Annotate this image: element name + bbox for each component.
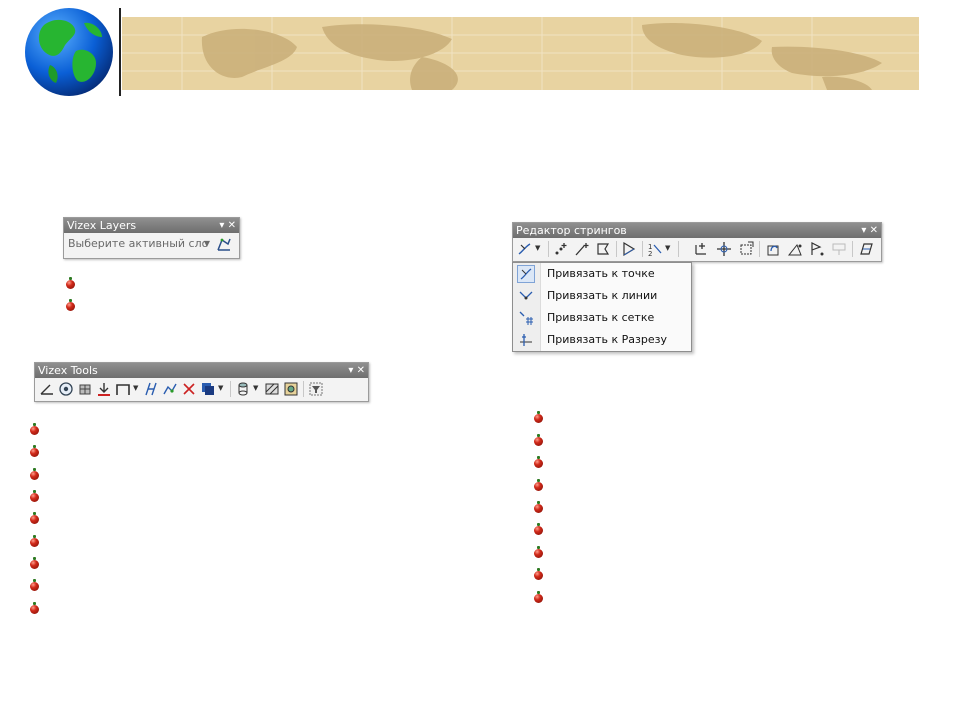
string-editor-title: Редактор стрингов	[516, 224, 627, 237]
menu-item-snap-grid[interactable]: Привязать к сетке	[513, 307, 691, 329]
vizex-layers-toolbar: Vizex Layers ▾ ✕ Выберите активный сло ▼	[63, 217, 240, 259]
world-map-banner	[122, 17, 919, 90]
string-editor-titlebar[interactable]: Редактор стрингов ▾ ✕	[513, 223, 881, 238]
resize-frame-icon[interactable]	[738, 241, 754, 257]
bullet-icon	[534, 568, 543, 580]
vizex-tools-toolbar: Vizex Tools ▾ ✕ ▼ ▼ ▼	[34, 362, 369, 402]
titlebar-controls[interactable]: ▾ ✕	[219, 218, 236, 233]
measure-line-icon[interactable]	[143, 381, 159, 397]
bullet-icon	[30, 535, 39, 547]
flip-section-icon[interactable]	[858, 241, 874, 257]
bullet-icon	[66, 299, 75, 311]
bullet-icon	[534, 501, 543, 513]
chevron-down-icon[interactable]: ▼	[253, 384, 258, 392]
chevron-down-icon[interactable]: ▼	[204, 236, 210, 252]
chevron-down-icon[interactable]: ▼	[665, 244, 670, 252]
move-all-icon[interactable]	[716, 241, 732, 257]
chevron-down-icon[interactable]: ▼	[535, 244, 540, 252]
filter-select-icon[interactable]	[308, 381, 324, 397]
arch-tool-icon[interactable]	[115, 381, 131, 397]
menu-item-label: Привязать к точке	[547, 267, 655, 280]
bullet-icon	[30, 557, 39, 569]
polygon-edit-icon[interactable]	[595, 241, 611, 257]
toolbar-separator	[678, 241, 679, 257]
rotate-icon[interactable]	[765, 241, 781, 257]
vizex-tools-titlebar[interactable]: Vizex Tools ▾ ✕	[35, 363, 368, 378]
chevron-down-icon[interactable]: ▼	[218, 384, 223, 392]
cylinder-icon[interactable]	[235, 381, 251, 397]
svg-text:2: 2	[648, 250, 652, 257]
toolbar-separator	[548, 241, 549, 257]
bullet-icon	[30, 468, 39, 480]
bullet-icon	[30, 490, 39, 502]
bullet-icon	[30, 602, 39, 614]
globe-logo	[25, 8, 113, 96]
snap-line-icon	[519, 291, 533, 300]
menu-item-label: Привязать к Разрезу	[547, 333, 667, 346]
bullet-icon	[534, 479, 543, 491]
numbering-icon[interactable]: 12	[647, 241, 663, 257]
angle-measure-icon[interactable]	[787, 241, 803, 257]
bullet-icon	[30, 512, 39, 524]
disabled-tool-icon	[832, 243, 846, 255]
menu-item-label: Привязать к линии	[547, 289, 658, 302]
snap-mode-icon[interactable]	[517, 241, 533, 257]
active-layer-value: Выберите активный сло	[68, 237, 209, 250]
string-editor-toolbar: Редактор стрингов ▾ ✕ ▼ 12 ▼	[512, 222, 882, 262]
menu-item-snap-section[interactable]: Привязать к Разрезу	[513, 329, 691, 351]
grid-3d-icon[interactable]	[77, 381, 93, 397]
download-section-icon[interactable]	[96, 381, 112, 397]
bullet-icon	[534, 411, 543, 423]
bullet-icon	[30, 579, 39, 591]
bullet-icon	[30, 423, 39, 435]
vizex-tools-title: Vizex Tools	[38, 364, 98, 377]
header-divider	[119, 8, 121, 96]
toolbar-separator	[759, 241, 760, 257]
hatch-icon[interactable]	[264, 381, 280, 397]
bullet-icon	[534, 456, 543, 468]
menu-item-label: Привязать к сетке	[547, 311, 655, 324]
snap-section-icon	[520, 334, 532, 346]
snap-point-icon	[517, 265, 535, 283]
vizex-layers-titlebar[interactable]: Vizex Layers ▾ ✕	[64, 218, 239, 233]
flag-point-icon[interactable]	[809, 241, 825, 257]
map-layers-icon[interactable]	[283, 381, 299, 397]
layers-square-icon[interactable]	[200, 381, 216, 397]
bullet-icon	[534, 523, 543, 535]
snap-dropdown-menu: Привязать к точке Привязать к линии Прив…	[512, 262, 692, 352]
menu-item-snap-line[interactable]: Привязать к линии	[513, 285, 691, 307]
move-point-icon[interactable]	[693, 241, 709, 257]
target-icon[interactable]	[58, 381, 74, 397]
bullet-icon	[30, 445, 39, 457]
chevron-down-icon[interactable]: ▼	[133, 384, 138, 392]
add-point-icon[interactable]	[553, 241, 569, 257]
add-string-icon[interactable]	[574, 241, 590, 257]
bullet-icon	[534, 546, 543, 558]
toolbar-separator	[616, 241, 617, 257]
angle-tool-icon[interactable]	[39, 381, 55, 397]
bullet-icon	[534, 434, 543, 446]
snap-grid-icon	[519, 311, 533, 325]
menu-item-snap-point[interactable]: Привязать к точке	[513, 263, 691, 285]
vizex-layers-title: Vizex Layers	[67, 219, 137, 232]
titlebar-controls[interactable]: ▾ ✕	[861, 223, 878, 238]
edit-layer-icon[interactable]	[216, 236, 232, 252]
toolbar-separator	[230, 381, 231, 397]
bullet-icon	[534, 591, 543, 603]
active-layer-select[interactable]: Выберите активный сло ▼	[66, 236, 210, 252]
toolbar-separator	[303, 381, 304, 397]
triangle-play-icon[interactable]	[621, 241, 637, 257]
bullet-icon	[66, 277, 75, 289]
toolbar-separator	[642, 241, 643, 257]
cross-tool-icon[interactable]	[181, 381, 197, 397]
titlebar-controls[interactable]: ▾ ✕	[348, 363, 365, 378]
toolbar-separator	[852, 241, 853, 257]
edit-points-icon[interactable]	[162, 381, 178, 397]
